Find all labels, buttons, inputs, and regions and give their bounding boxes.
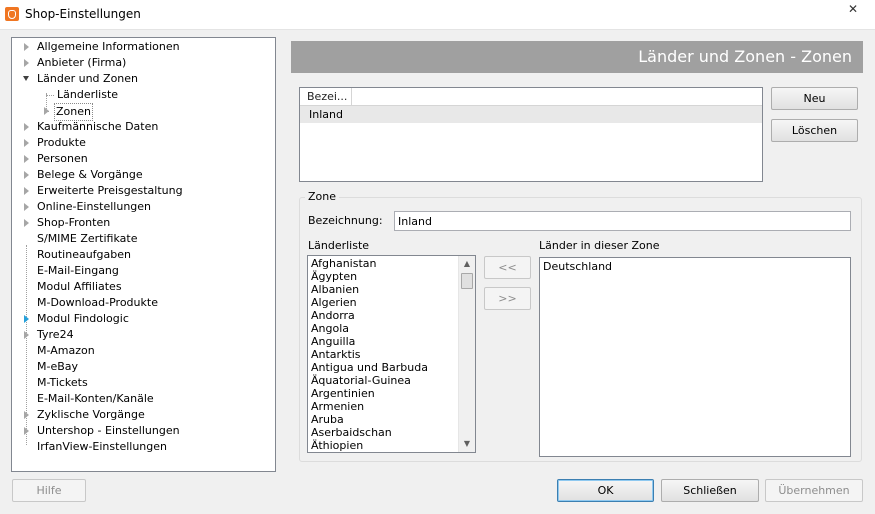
tree-item-label: Erweiterte Preisgestaltung — [37, 184, 183, 197]
tree-item-label: M-Tickets — [37, 376, 88, 389]
tree-item-label: Personen — [37, 152, 88, 165]
expand-arrow-icon[interactable] — [24, 315, 29, 323]
expand-arrow-icon[interactable] — [24, 59, 29, 67]
tree-item-label: E-Mail-Konten/Kanäle — [37, 392, 154, 405]
tree-item-label: IrfanView-Einstellungen — [37, 440, 167, 453]
tree-item-label: Belege & Vorgänge — [37, 168, 143, 181]
tree-item-label: Online-Einstellungen — [37, 200, 152, 213]
zone-countries-list[interactable]: Deutschland — [539, 257, 851, 457]
zone-name-input[interactable] — [394, 211, 851, 231]
list-item[interactable]: Antigua und Barbuda — [311, 361, 428, 374]
tree-guide-line — [46, 95, 54, 96]
delete-button[interactable]: Löschen — [771, 119, 858, 142]
tree-item-label: Allgemeine Informationen — [37, 40, 180, 53]
countries-list[interactable]: Afghanistan Ägypten Albanien Algerien An… — [307, 255, 476, 453]
grid-header: Bezei... — [300, 88, 762, 106]
tree-item-label: Anbieter (Firma) — [37, 56, 127, 69]
expand-arrow-icon[interactable] — [24, 219, 29, 227]
remove-from-zone-button[interactable]: >> — [484, 287, 531, 310]
expand-arrow-icon[interactable] — [24, 171, 29, 179]
app-icon — [5, 7, 19, 21]
zone-countries-label: Länder in dieser Zone — [539, 239, 660, 252]
tree-item-label: Länderliste — [57, 88, 119, 101]
list-item[interactable]: Äthiopien — [311, 439, 363, 452]
tree-item-label: Länder und Zonen — [37, 72, 139, 85]
tree-item-label: Modul Findologic — [37, 312, 129, 325]
countries-list-scrollbar[interactable]: ▲ ▼ — [458, 256, 475, 452]
tree-item-label: Untershop - Einstellungen — [37, 424, 180, 437]
list-item[interactable]: Angola — [311, 322, 349, 335]
list-item[interactable]: Äquatorial-Guinea — [311, 374, 411, 387]
title-bar: Shop-Einstellungen ✕ — [0, 0, 875, 30]
scroll-thumb[interactable] — [461, 273, 473, 289]
scroll-up-icon[interactable]: ▲ — [459, 256, 475, 272]
close-button[interactable]: Schließen — [661, 479, 759, 502]
tree-item-label: E-Mail-Eingang — [37, 264, 119, 277]
expand-arrow-icon[interactable] — [44, 107, 49, 115]
tree-item-label: Routineaufgaben — [37, 248, 131, 261]
list-item[interactable]: Argentinien — [311, 387, 375, 400]
tree-item-label: M-Amazon — [37, 344, 95, 357]
settings-tree: Allgemeine Informationen Anbieter (Firma… — [11, 37, 276, 472]
list-item[interactable]: Aserbaidschan — [311, 426, 392, 439]
zones-grid[interactable]: Bezei... Inland — [299, 87, 763, 182]
expand-arrow-icon[interactable] — [24, 155, 29, 163]
expand-arrow-icon[interactable] — [24, 411, 29, 419]
collapse-arrow-icon[interactable] — [23, 76, 29, 81]
countries-list-label: Länderliste — [308, 239, 370, 252]
list-item[interactable]: Anguilla — [311, 335, 355, 348]
list-item[interactable]: Deutschland — [543, 260, 612, 273]
expand-arrow-icon[interactable] — [24, 427, 29, 435]
zone-group-label: Zone — [305, 190, 340, 203]
column-header-bezeichnung[interactable]: Bezei... — [300, 88, 352, 106]
tree-item-label: Kaufmännische Daten — [37, 120, 159, 133]
ok-button[interactable]: OK — [557, 479, 654, 502]
list-item[interactable]: Aruba — [311, 413, 344, 426]
tree-item-label: M-eBay — [37, 360, 79, 373]
table-row[interactable]: Inland — [300, 106, 762, 123]
add-to-zone-button[interactable]: << — [484, 256, 531, 279]
tree-item-label: Shop-Fronten — [37, 216, 111, 229]
list-item[interactable]: Armenien — [311, 400, 364, 413]
tree-item-label: Tyre24 — [37, 328, 74, 341]
scroll-down-icon[interactable]: ▼ — [459, 436, 475, 452]
tree-item-label: Produkte — [37, 136, 86, 149]
tree-item-label: Modul Affiliates — [37, 280, 122, 293]
expand-arrow-icon[interactable] — [24, 203, 29, 211]
window-close-button[interactable]: ✕ — [832, 1, 874, 20]
list-item[interactable]: Albanien — [311, 283, 359, 296]
expand-arrow-icon[interactable] — [24, 187, 29, 195]
window-title: Shop-Einstellungen — [25, 7, 141, 21]
page-title: Länder und Zonen - Zonen — [291, 41, 863, 73]
list-item[interactable]: Afghanistan — [311, 257, 376, 270]
expand-arrow-icon[interactable] — [24, 331, 29, 339]
help-button[interactable]: Hilfe — [12, 479, 86, 502]
tree-item-label: Zyklische Vorgänge — [37, 408, 145, 421]
expand-arrow-icon[interactable] — [24, 43, 29, 51]
list-item[interactable]: Antarktis — [311, 348, 361, 361]
list-item[interactable]: Andorra — [311, 309, 355, 322]
list-item[interactable]: Ägypten — [311, 270, 357, 283]
tree-item-label: S/MIME Zertifikate — [37, 232, 138, 245]
expand-arrow-icon[interactable] — [24, 123, 29, 131]
new-button[interactable]: Neu — [771, 87, 858, 110]
expand-arrow-icon[interactable] — [24, 139, 29, 147]
tree-item-label: M-Download-Produkte — [37, 296, 158, 309]
list-item[interactable]: Algerien — [311, 296, 357, 309]
zone-name-label: Bezeichnung: — [308, 214, 383, 227]
apply-button[interactable]: Übernehmen — [765, 479, 863, 502]
